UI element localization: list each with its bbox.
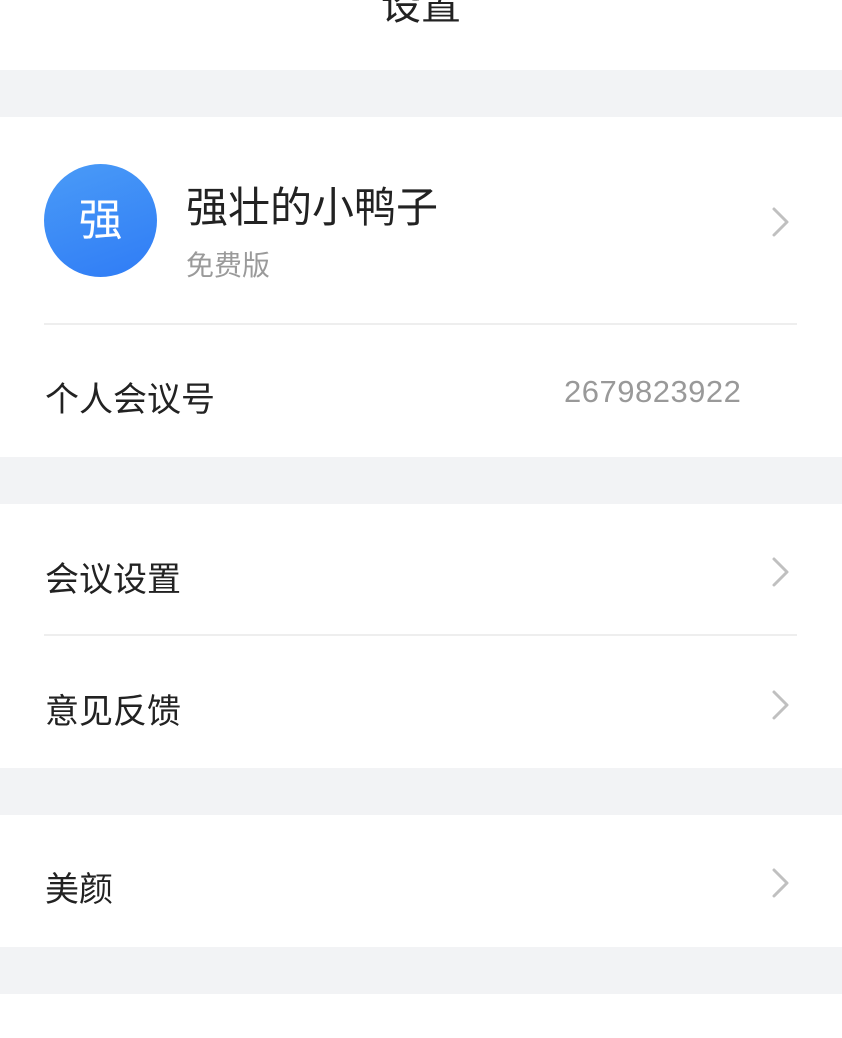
chevron-right-icon [765, 866, 795, 900]
bottom-section [0, 994, 842, 1038]
meeting-settings-label: 会议设置 [45, 560, 181, 600]
profile-name: 强壮的小鸭子 [186, 183, 439, 232]
profile-plan-badge: 免费版 [186, 249, 271, 282]
chevron-right-icon [765, 688, 795, 722]
chevron-right-icon [765, 555, 795, 589]
page-header: 设置 [0, 0, 842, 70]
avatar[interactable]: 强 [44, 164, 157, 277]
meeting-id-value: 2679823922 [564, 374, 742, 409]
chevron-right-icon [765, 205, 795, 239]
page-title: 设置 [381, 0, 461, 29]
feedback-label: 意见反馈 [45, 692, 181, 732]
beauty-label: 美颜 [45, 870, 113, 910]
meeting-id-label: 个人会议号 [45, 380, 215, 420]
beauty-item[interactable] [0, 815, 842, 947]
